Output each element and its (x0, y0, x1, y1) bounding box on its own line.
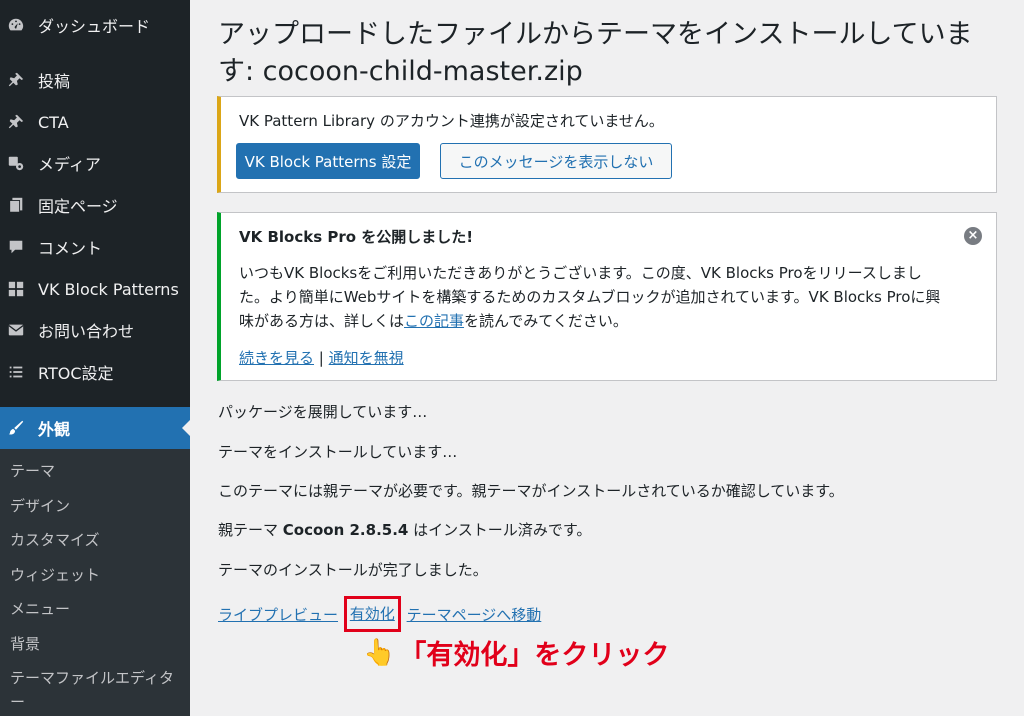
sidebar-item-label: 固定ページ (38, 197, 118, 216)
log-line: パッケージを展開しています… (218, 403, 428, 421)
activate-highlight: 有効化 (343, 596, 401, 632)
admin-sidebar: ダッシュボード 投稿 CTA メディア 固定ページ コメント VK Block … (0, 0, 190, 716)
sidebar-item-appearance[interactable]: 外観 (0, 407, 190, 449)
link-separator: | (318, 349, 324, 367)
sidebar-item-label: 外観 (38, 420, 71, 439)
submenu-item-theme-file-editor[interactable]: テーマファイルエディター (10, 666, 180, 714)
ignore-notice-link[interactable]: 通知を無視 (329, 349, 404, 367)
pin-icon (6, 112, 26, 132)
activate-link[interactable]: 有効化 (350, 599, 395, 629)
submenu-item-background[interactable]: 背景 (10, 632, 185, 656)
vk-block-patterns-settings-button[interactable]: VK Block Patterns 設定 (236, 143, 420, 179)
mail-icon (6, 320, 26, 340)
pin-icon (6, 70, 26, 90)
sidebar-item-label: メディア (38, 155, 101, 174)
sidebar-item-label: お問い合わせ (38, 322, 135, 341)
parent-theme-name: Cocoon 2.8.5.4 (282, 521, 409, 539)
sidebar-item-label: VK Block Patterns (38, 279, 179, 299)
sidebar-item-pages[interactable]: 固定ページ (0, 190, 190, 220)
live-preview-link[interactable]: ライブプレビュー (218, 603, 338, 627)
comment-icon (6, 237, 26, 257)
close-icon[interactable]: × (964, 227, 982, 245)
sidebar-item-label: ダッシュボード (38, 17, 151, 36)
log-line: テーマをインストールしています… (218, 443, 458, 461)
media-icon (6, 153, 26, 173)
appearance-submenu: テーマ デザイン カスタマイズ ウィジェット メニュー 背景 テーマファイルエデ… (0, 449, 190, 716)
notice-heading: VK Blocks Pro を公開しました! (239, 228, 474, 246)
page-icon (6, 195, 26, 215)
brush-icon (6, 418, 26, 438)
main-content: アップロードしたファイルからテーマをインストールしています: cocoon-ch… (190, 0, 1024, 716)
sidebar-item-dashboard[interactable]: ダッシュボード (0, 10, 190, 40)
grid-icon (6, 279, 26, 299)
sidebar-item-media[interactable]: メディア (0, 148, 190, 178)
callout-text: 「有効化」をクリック (399, 640, 670, 671)
dismiss-message-button[interactable]: このメッセージを表示しない (440, 143, 672, 179)
notice-body: いつもVK Blocksをご利用いただきありがとうございます。この度、VK Bl… (239, 261, 949, 333)
sidebar-item-label: 投稿 (38, 72, 71, 91)
sidebar-item-label: RTOC設定 (38, 364, 114, 383)
sidebar-item-rtoc[interactable]: RTOC設定 (0, 357, 190, 387)
submenu-item-design[interactable]: デザイン (10, 494, 185, 518)
submenu-item-themes[interactable]: テーマ (10, 459, 185, 483)
pointing-hand-icon: 👆 (363, 637, 396, 668)
log-text: 親テーマ (218, 521, 283, 539)
page-title: アップロードしたファイルからテーマをインストールしています: cocoon-ch… (218, 19, 973, 87)
sidebar-item-label: コメント (38, 239, 103, 258)
log-text: はインストール済みです。 (408, 521, 592, 539)
sidebar-item-cta[interactable]: CTA (0, 107, 190, 137)
list-icon (6, 362, 26, 382)
article-link[interactable]: この記事 (404, 312, 464, 330)
click-instruction-callout: 👆 「有効化」をクリック (363, 633, 669, 672)
theme-page-link[interactable]: テーマページへ移動 (407, 603, 542, 627)
theme-actions: ライブプレビュー 有効化 テーマページへ移動 (218, 596, 542, 633)
log-line: 親テーマ Cocoon 2.8.5.4 はインストール済みです。 (218, 519, 591, 541)
submenu-item-menus[interactable]: メニュー (10, 597, 185, 621)
notice-warning-text: VK Pattern Library のアカウント連携が設定されていません。 (239, 112, 664, 130)
submenu-item-customize[interactable]: カスタマイズ (10, 528, 185, 552)
submenu-item-widgets[interactable]: ウィジェット (10, 563, 185, 587)
notice-success: VK Blocks Pro を公開しました! × いつもVK Blocksをご利… (217, 212, 997, 381)
sidebar-item-contact[interactable]: お問い合わせ (0, 315, 190, 345)
notice-warning: VK Pattern Library のアカウント連携が設定されていません。 V… (217, 96, 997, 193)
log-line: テーマのインストールが完了しました。 (218, 561, 488, 579)
read-more-link[interactable]: 続きを見る (239, 349, 314, 367)
dashboard-icon (6, 15, 26, 35)
sidebar-item-posts[interactable]: 投稿 (0, 65, 190, 95)
sidebar-item-vk-block-patterns[interactable]: VK Block Patterns (0, 274, 190, 304)
sidebar-item-comments[interactable]: コメント (0, 232, 190, 262)
notice-links: 続きを見る | 通知を無視 (239, 346, 404, 370)
sidebar-item-label: CTA (38, 112, 69, 132)
notice-body-text-end: を読んでみてください。 (464, 312, 628, 330)
log-line: このテーマには親テーマが必要です。親テーマがインストールされているか確認していま… (218, 482, 844, 500)
